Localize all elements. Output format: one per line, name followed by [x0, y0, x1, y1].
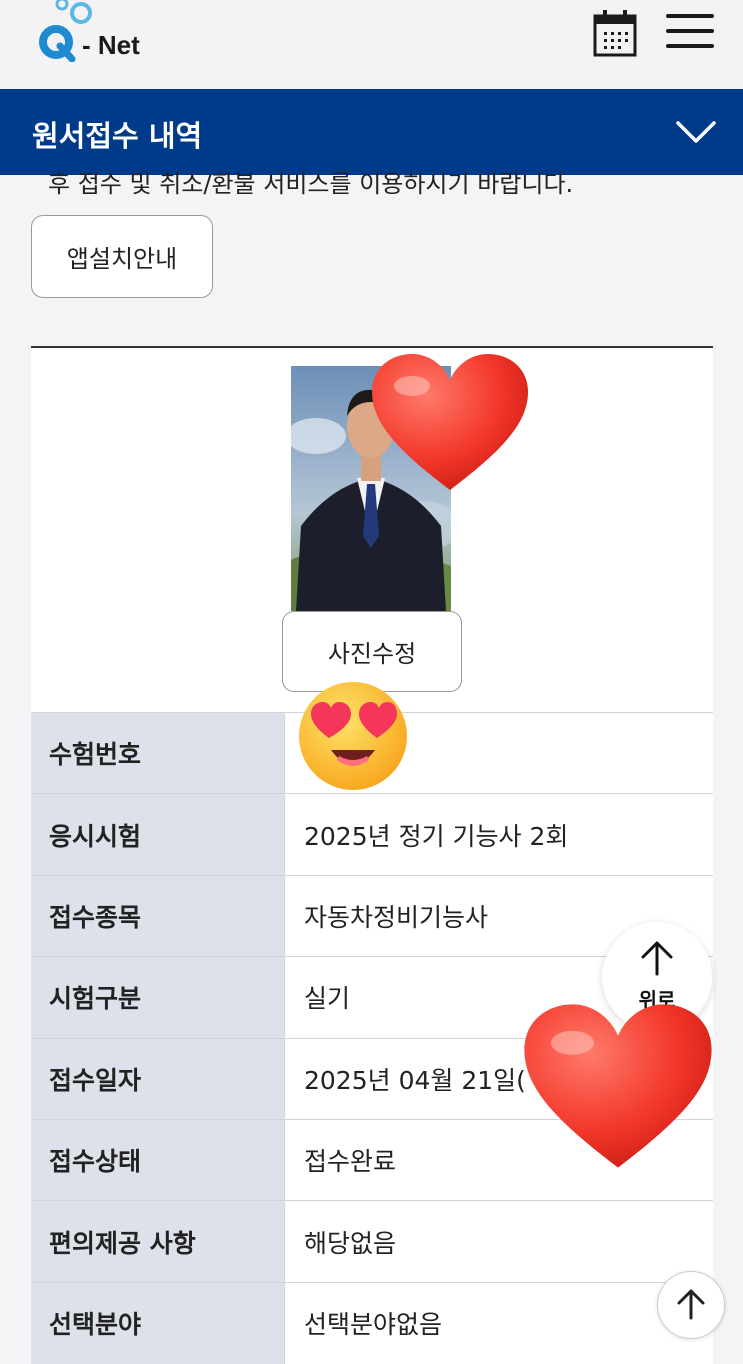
notice-text: 후 접수 및 취소/환불 서비스를 이용하시기 바랍니다.: [48, 170, 574, 198]
table-row: 편의제공 사항 해당없음: [31, 1200, 713, 1283]
heart-sticker-icon: [372, 354, 528, 490]
row-value: 2025년 정기 기능사 2회: [284, 793, 713, 876]
menu-line: [666, 29, 714, 33]
table-row: 접수종목 자동차정비기능사: [31, 874, 713, 957]
menu-line: [666, 44, 714, 48]
row-label: 선택분야: [31, 1281, 285, 1364]
row-value: 해당없음: [284, 1200, 713, 1283]
row-label: 응시시험: [31, 793, 285, 876]
scroll-to-top-small-button[interactable]: [657, 1271, 725, 1339]
logo-bubbles-icon: [55, 0, 92, 24]
heart-eyes-emoji-sticker-icon: [299, 682, 407, 790]
section-title: 원서접수 내역: [32, 119, 203, 153]
heart-sticker-icon: [524, 1004, 712, 1168]
row-label: 접수종목: [31, 874, 285, 957]
menu-line: [666, 14, 714, 18]
calendar-icon[interactable]: [592, 8, 638, 58]
top-header: - Net: [0, 0, 743, 89]
row-label: 수험번호: [31, 711, 285, 794]
logo-text: - Net: [82, 30, 140, 60]
row-label: 접수일자: [31, 1037, 285, 1120]
arrow-up-icon: [641, 941, 673, 976]
row-label: 접수상태: [31, 1118, 285, 1201]
qnet-logo[interactable]: - Net: [38, 0, 148, 70]
app-install-guide-button[interactable]: 앱설치안내: [31, 215, 213, 298]
section-header-bar[interactable]: 원서접수 내역: [0, 89, 743, 175]
table-row: 응시시험 2025년 정기 기능사 2회: [31, 793, 713, 876]
row-value: 선택분야없음: [284, 1281, 713, 1364]
table-row: 선택분야 선택분야없음: [31, 1281, 713, 1364]
row-label: 편의제공 사항: [31, 1200, 285, 1283]
arrow-up-icon: [677, 1289, 705, 1320]
chevron-down-icon[interactable]: [676, 120, 716, 144]
hamburger-menu-icon[interactable]: [666, 14, 714, 48]
row-label: 시험구분: [31, 956, 285, 1039]
